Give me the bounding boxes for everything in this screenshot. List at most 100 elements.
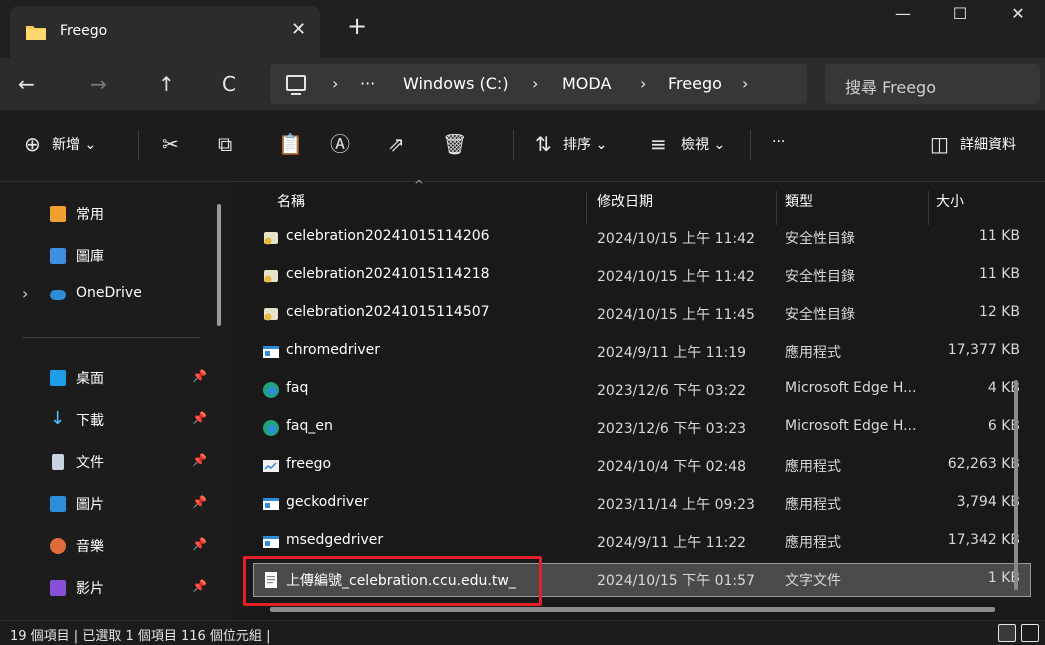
column-header-name[interactable]: 名稱 — [277, 191, 305, 211]
sidebar-scrollbar[interactable] — [217, 204, 221, 326]
file-type: Microsoft Edge H... — [785, 418, 917, 434]
new-button[interactable]: 新增 ⌄ — [52, 134, 96, 154]
refresh-button[interactable]: C — [222, 72, 236, 96]
pin-icon: 📌 — [192, 369, 207, 383]
file-size: 11 KB — [978, 228, 1020, 244]
home-icon — [50, 206, 66, 222]
sidebar-item-documents[interactable]: 文件 📌 — [0, 446, 222, 478]
breadcrumb-more[interactable]: ··· — [360, 74, 375, 93]
view-icon: ≡ — [650, 132, 667, 156]
view-button[interactable]: 檢視 ⌄ — [681, 134, 725, 154]
file-row[interactable]: freego 2024/10/4 下午 02:48 應用程式 62,263 KB — [254, 450, 1030, 482]
tab-freego[interactable]: Freego ✕ — [10, 6, 320, 58]
details-pane-icon: ◫ — [930, 132, 949, 156]
desktop-icon — [50, 370, 66, 386]
file-type: 安全性目錄 — [785, 269, 855, 285]
file-size: 12 KB — [978, 304, 1020, 320]
sort-ascending-icon: ^ — [414, 178, 425, 192]
divider — [513, 130, 514, 160]
file-row[interactable]: celebration20241015114218 2024/10/15 上午 1… — [254, 260, 1030, 292]
sidebar-item-label: 下載 — [76, 413, 104, 429]
divider[interactable] — [928, 191, 929, 225]
up-button[interactable]: ↑ — [158, 72, 175, 96]
file-date: 2023/12/6 下午 03:22 — [597, 383, 747, 399]
column-header-date[interactable]: 修改日期 — [597, 191, 653, 211]
sidebar-item-videos[interactable]: 影片 📌 — [0, 572, 222, 604]
file-date: 2023/12/6 下午 03:23 — [597, 421, 747, 437]
breadcrumb-drive[interactable]: Windows (C:) — [403, 74, 509, 93]
sidebar-item-gallery[interactable]: 圖庫 — [0, 240, 222, 272]
file-type: Microsoft Edge H... — [785, 380, 917, 396]
tab-title: Freego — [60, 23, 108, 39]
cut-icon[interactable]: ✂ — [162, 134, 179, 154]
tab-close-icon[interactable]: ✕ — [291, 19, 306, 40]
vertical-scrollbar[interactable] — [1014, 380, 1018, 590]
this-pc-icon — [286, 75, 306, 95]
breadcrumb-separator[interactable]: › — [742, 74, 748, 93]
divider[interactable] — [586, 191, 587, 225]
new-label: 新增 — [52, 137, 80, 153]
chevron-down-icon: ⌄ — [713, 137, 726, 153]
close-button[interactable]: ✕ — [995, 4, 1041, 32]
sidebar-item-home[interactable]: 常用 — [0, 198, 222, 230]
sort-button[interactable]: 排序 ⌄ — [563, 134, 607, 154]
search-placeholder: 搜尋 Freego — [845, 78, 936, 97]
file-list: 名稱 ^ 修改日期 類型 大小 celebration2024101511420… — [232, 178, 1045, 620]
sort-label: 排序 — [563, 137, 591, 153]
rename-icon[interactable]: Ⓐ — [330, 134, 350, 154]
file-size: 17,377 KB — [947, 342, 1020, 358]
file-row[interactable]: celebration20241015114507 2024/10/15 上午 1… — [254, 298, 1030, 330]
new-tab-button[interactable]: + — [347, 14, 367, 38]
command-bar: ⊕ 新增 ⌄ ✂ ⧉ 📋 Ⓐ ⇗ 🗑 ⇅ 排序 ⌄ ≡ 檢視 ⌄ ··· ◫ 詳… — [0, 110, 1045, 182]
maximize-button[interactable]: ☐ — [937, 4, 983, 32]
divider — [22, 337, 200, 338]
column-header-type[interactable]: 類型 — [785, 191, 813, 211]
breadcrumb-separator[interactable]: › — [532, 74, 538, 93]
details-button[interactable]: 詳細資料 — [960, 134, 1016, 154]
delete-icon[interactable]: 🗑 — [442, 134, 467, 154]
search-input[interactable]: 搜尋 Freego — [825, 64, 1040, 104]
expand-chevron-icon[interactable]: › — [22, 284, 28, 303]
file-name: celebration20241015114218 — [286, 266, 490, 282]
more-options-button[interactable]: ··· — [772, 134, 785, 150]
back-button[interactable]: ← — [18, 72, 35, 96]
details-view-icon[interactable] — [998, 624, 1016, 642]
file-name: geckodriver — [286, 494, 369, 510]
copy-icon[interactable]: ⧉ — [218, 134, 232, 154]
breadcrumb-separator[interactable]: › — [332, 74, 338, 93]
pictures-icon — [50, 496, 66, 512]
file-date: 2024/10/15 下午 01:57 — [597, 573, 755, 589]
status-bar: 19 個項目 | 已選取 1 個項目 116 個位元組 | — [0, 620, 1045, 645]
column-header-size[interactable]: 大小 — [936, 191, 964, 211]
file-row[interactable]: celebration20241015114206 2024/10/15 上午 1… — [254, 222, 1030, 254]
forward-button[interactable]: → — [90, 72, 107, 96]
file-row[interactable]: faq 2023/12/6 下午 03:22 Microsoft Edge H...… — [254, 374, 1030, 406]
pin-icon: 📌 — [192, 579, 207, 593]
sidebar-item-label: 圖庫 — [76, 249, 104, 265]
divider[interactable] — [776, 191, 777, 225]
title-bar: Freego ✕ + — ☐ ✕ — [0, 0, 1045, 58]
breadcrumb-freego[interactable]: Freego — [668, 74, 722, 93]
file-row[interactable]: msedgedriver 2024/9/11 上午 11:22 應用程式 17,342… — [254, 526, 1030, 558]
sidebar-item-label: 影片 — [76, 581, 104, 597]
minimize-button[interactable]: — — [880, 4, 926, 32]
sidebar-item-onedrive[interactable]: › OneDrive — [0, 279, 222, 311]
breadcrumb-separator[interactable]: › — [640, 74, 646, 93]
sidebar-item-pictures[interactable]: 圖片 📌 — [0, 488, 222, 520]
tiles-view-icon[interactable] — [1021, 624, 1039, 642]
file-row[interactable]: faq_en 2023/12/6 下午 03:23 Microsoft Edge H… — [254, 412, 1030, 444]
sidebar-item-desktop[interactable]: 桌面 📌 — [0, 362, 222, 394]
file-row[interactable]: chromedriver 2024/9/11 上午 11:19 應用程式 17,377… — [254, 336, 1030, 368]
horizontal-scrollbar[interactable] — [270, 607, 995, 612]
sidebar-item-music[interactable]: 音樂 📌 — [0, 530, 222, 562]
file-row[interactable]: geckodriver 2023/11/14 上午 09:23 應用程式 3,794 … — [254, 488, 1030, 520]
breadcrumb-moda[interactable]: MODA — [562, 74, 611, 93]
file-name: faq — [286, 380, 309, 396]
address-bar[interactable]: › ··· Windows (C:) › MODA › Freego › — [270, 64, 807, 104]
file-size: 3,794 KB — [956, 494, 1020, 510]
sidebar-item-downloads[interactable]: ↓ 下載 📌 — [0, 404, 222, 436]
share-icon[interactable]: ⇗ — [388, 134, 405, 154]
file-name: chromedriver — [286, 342, 381, 358]
chevron-down-icon: ⌄ — [84, 137, 97, 153]
paste-icon[interactable]: 📋 — [278, 134, 303, 154]
